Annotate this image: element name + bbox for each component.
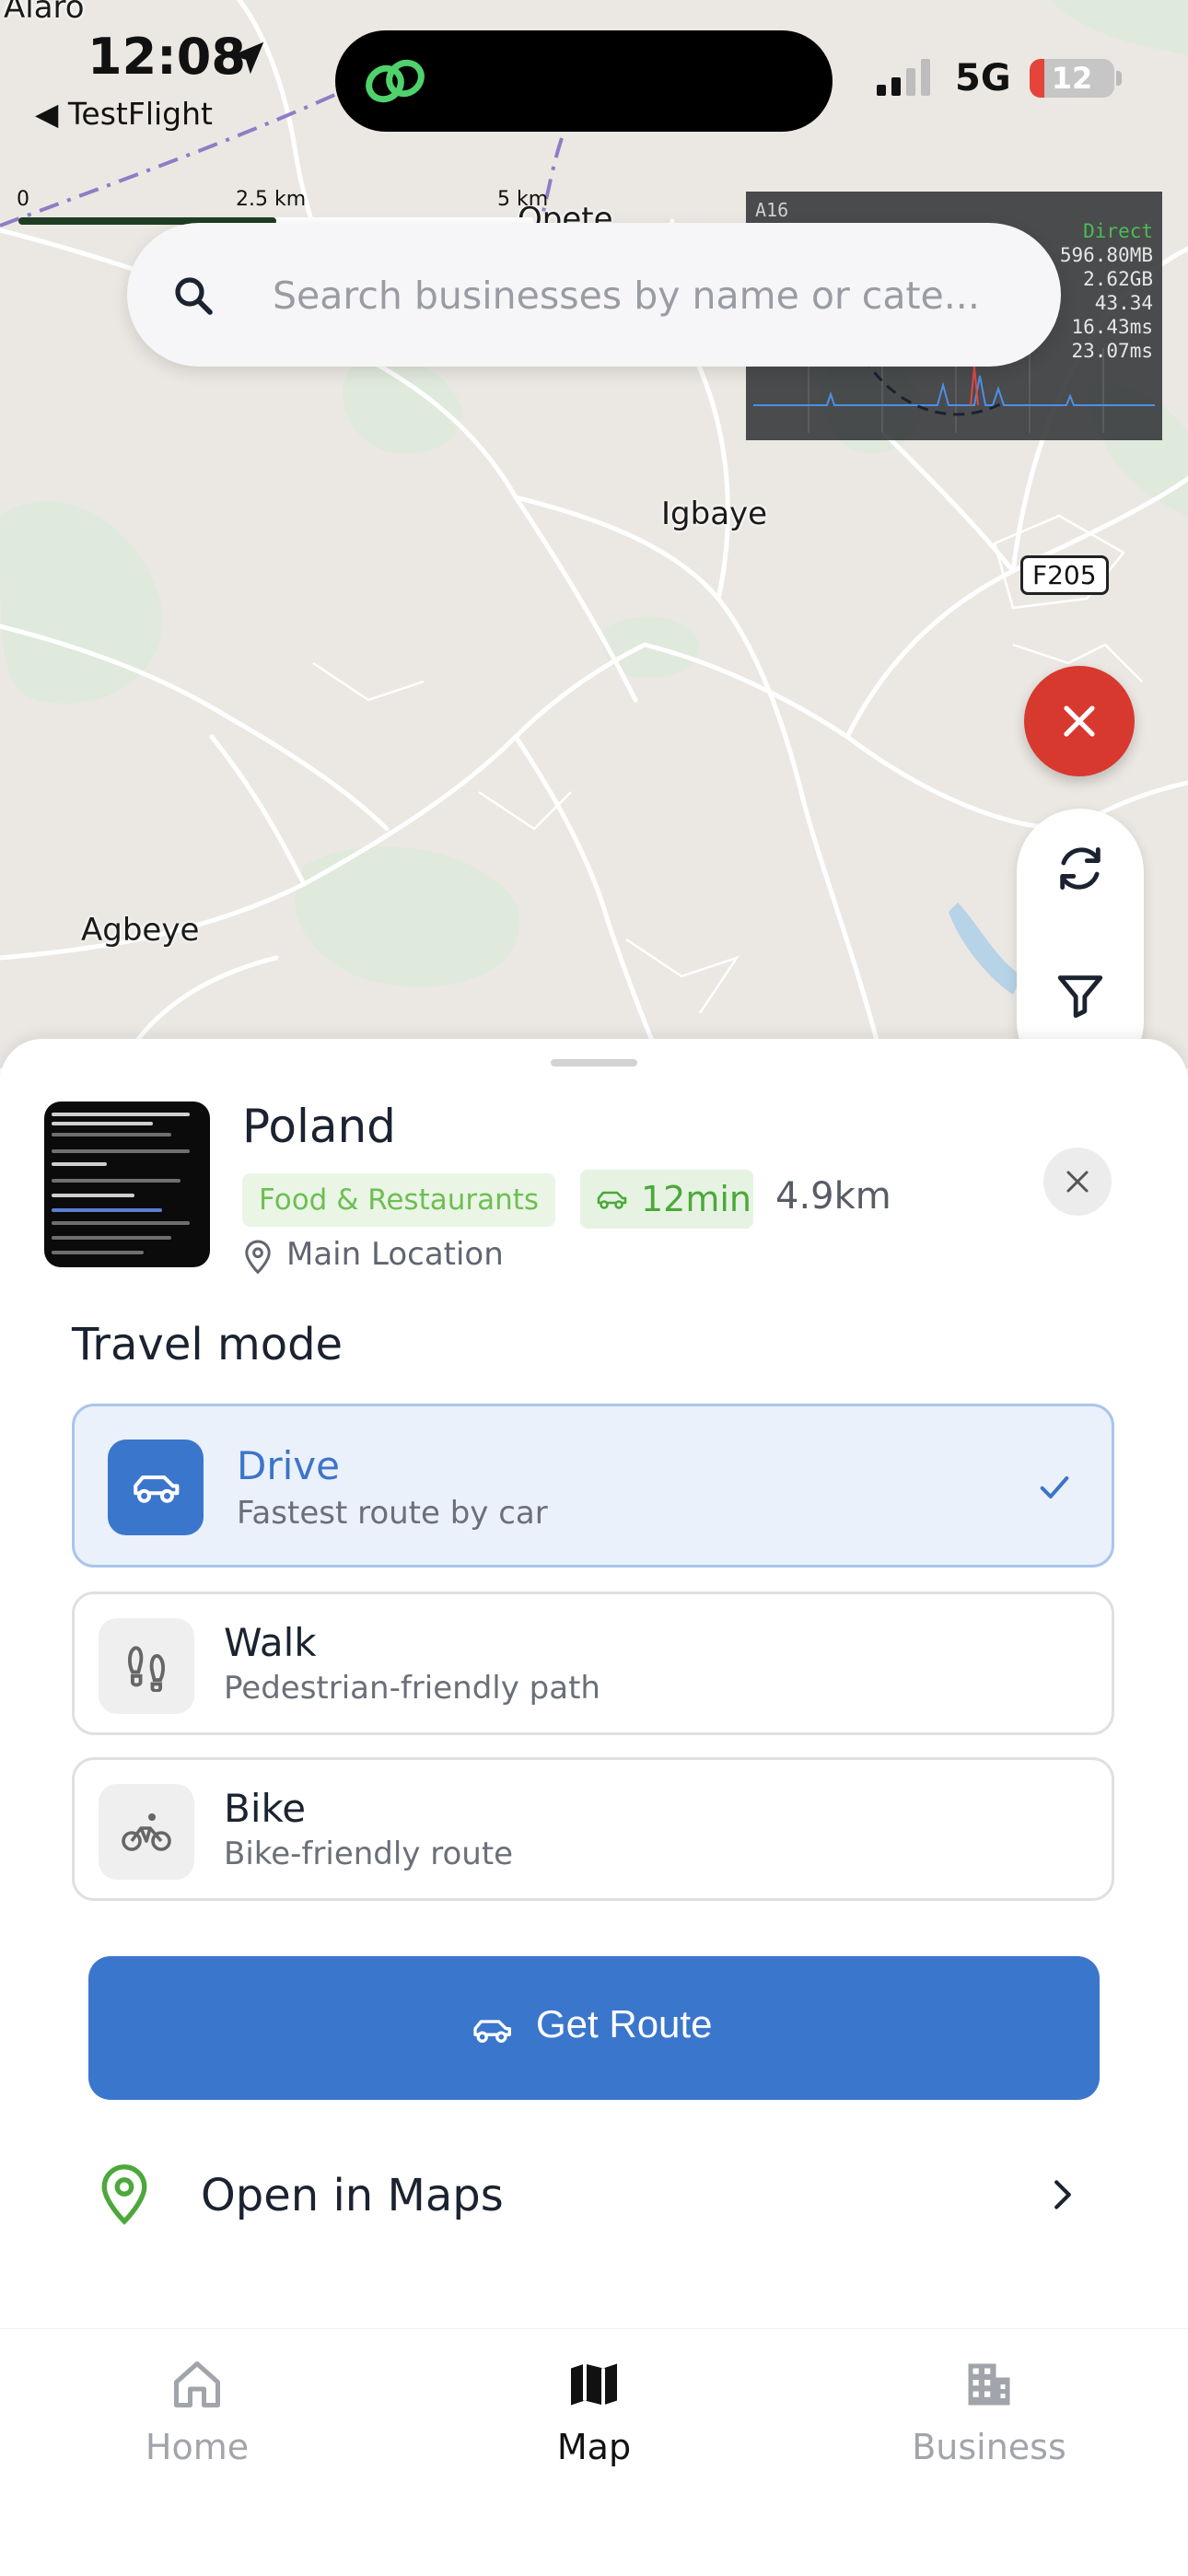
eta-badge: 12min [580, 1170, 753, 1229]
drive-icon-tile [108, 1440, 204, 1535]
app-logo-icon [366, 59, 425, 103]
perf-memory: 596.80MB [1059, 244, 1153, 266]
map-view[interactable]: Alaro Opete Igbaye Agbeye F205 [0, 0, 1188, 1068]
business-sheet: Poland Food & Restaurants 12min 4.9km Ma… [0, 1039, 1188, 2328]
mode-subtitle: Pedestrian-friendly path [224, 1670, 600, 1707]
car-icon [134, 1475, 180, 1503]
eta-text: 12min [641, 1179, 752, 1219]
car-icon [597, 1191, 627, 1209]
dynamic-island [335, 30, 833, 132]
checkmark-icon [1040, 1476, 1069, 1498]
map-label-igbaye: Igbaye [661, 495, 768, 532]
chevron-right-icon [1054, 2180, 1071, 2209]
distance-text: 4.9km [775, 1175, 891, 1218]
car-icon [473, 2020, 511, 2043]
search-bar[interactable] [127, 223, 1061, 367]
road-shield: F205 [1020, 555, 1109, 595]
mode-title: Walk [224, 1620, 317, 1665]
open-in-maps-label: Open in Maps [201, 2170, 504, 2221]
business-thumbnail [44, 1102, 210, 1267]
map-label-alaro: Alaro [4, 0, 85, 26]
open-in-maps-row[interactable]: Open in Maps [72, 2126, 1114, 2264]
tab-home[interactable]: Home [77, 2357, 317, 2477]
map-pin-icon [101, 2164, 147, 2225]
category-badge: Food & Restaurants [242, 1173, 556, 1227]
perf-chip: A16 [755, 199, 789, 221]
mode-subtitle: Bike-friendly route [224, 1836, 514, 1872]
map-icon [571, 2363, 617, 2406]
travel-mode-title: Travel mode [72, 1319, 344, 1370]
travel-mode-bike[interactable]: Bike Bike-friendly route [72, 1757, 1114, 1901]
search-icon [175, 277, 213, 315]
tab-business[interactable]: Business [869, 2357, 1109, 2477]
tab-bar: Home Map Business [0, 2328, 1188, 2576]
battery-icon: 12 [1030, 59, 1114, 98]
travel-mode-drive[interactable]: Drive Fastest route by car [72, 1404, 1114, 1568]
close-sheet-button[interactable] [1043, 1148, 1112, 1216]
get-route-label: Get Route [536, 2002, 713, 2046]
battery-level: 12 [1051, 61, 1093, 96]
scale-zero: 0 [17, 188, 29, 211]
sheet-handle[interactable] [551, 1059, 637, 1067]
bike-icon-tile [99, 1784, 194, 1880]
close-icon [1066, 1171, 1089, 1193]
location-arrow-icon [231, 41, 264, 75]
tab-business-label: Business [912, 2427, 1066, 2467]
close-route-button[interactable] [1024, 666, 1135, 776]
tab-map[interactable]: Map [474, 2357, 714, 2477]
tab-map-label: Map [556, 2427, 632, 2467]
scale-mid: 2.5 km [236, 188, 307, 211]
tab-home-label: Home [145, 2427, 250, 2467]
refresh-icon[interactable] [1054, 842, 1107, 895]
walk-icon-tile [99, 1618, 194, 1714]
back-to-app-link[interactable]: ◀ TestFlight [35, 96, 213, 132]
network-type: 5G [955, 57, 1011, 99]
map-pin-icon [245, 1240, 271, 1275]
business-name: Poland [242, 1100, 396, 1153]
building-icon [968, 2363, 1010, 2406]
perf-fps: 43.34 [1094, 292, 1153, 314]
get-route-button[interactable]: Get Route [88, 1956, 1100, 2100]
mode-title: Bike [224, 1786, 307, 1831]
footprints-icon [128, 1646, 165, 1692]
status-time: 12:08 [87, 28, 246, 86]
scale-max: 5 km [497, 188, 549, 211]
mode-title: Drive [237, 1443, 340, 1488]
home-icon [174, 2361, 220, 2407]
mode-subtitle: Fastest route by car [237, 1495, 548, 1532]
bike-icon [122, 1813, 171, 1851]
perf-mode: Direct [1083, 220, 1153, 242]
signal-icon [877, 59, 930, 96]
perf-frame: 16.43ms [1071, 316, 1153, 338]
map-roads [0, 0, 1188, 1068]
filter-icon[interactable] [1054, 969, 1107, 1022]
close-icon [1064, 705, 1095, 737]
perf-total: 2.62GB [1083, 268, 1153, 290]
travel-mode-walk[interactable]: Walk Pedestrian-friendly path [72, 1591, 1114, 1735]
location-text: Main Location [286, 1236, 504, 1273]
search-input[interactable] [271, 260, 1048, 332]
map-label-agbeye: Agbeye [81, 912, 200, 949]
